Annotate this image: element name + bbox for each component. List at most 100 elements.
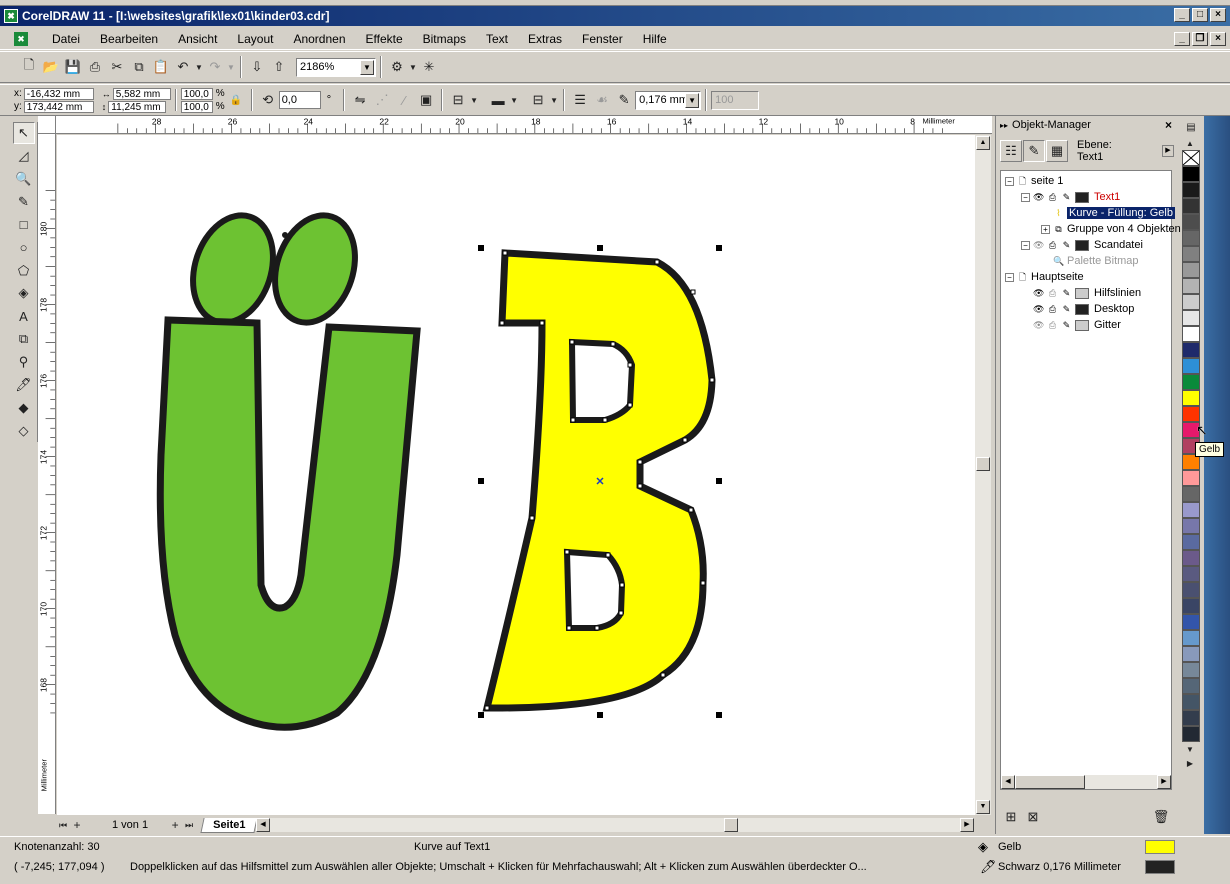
- color-swatch[interactable]: [1182, 678, 1200, 694]
- printer-icon[interactable]: ⎙: [1047, 288, 1058, 299]
- import-icon[interactable]: ⇩: [246, 56, 268, 78]
- color-swatch[interactable]: [1182, 358, 1200, 374]
- launcher-dropdown-icon[interactable]: ▼: [408, 56, 418, 78]
- printer-icon[interactable]: ⎙: [1047, 192, 1058, 203]
- color-swatch[interactable]: [1182, 710, 1200, 726]
- docker-menu-icon[interactable]: ▶: [1162, 145, 1174, 157]
- chevron-down-icon[interactable]: ▼: [360, 59, 374, 75]
- layer-manager-icon[interactable]: ▦: [1046, 140, 1068, 162]
- color-swatch[interactable]: [1182, 278, 1200, 294]
- edit-across-layers-icon[interactable]: ✎: [1023, 140, 1045, 162]
- pencil-icon[interactable]: ✎: [1061, 192, 1072, 203]
- color-swatch[interactable]: [1182, 662, 1200, 678]
- collapse-icon[interactable]: −: [1021, 192, 1030, 202]
- menu-datei[interactable]: Datei: [42, 32, 90, 46]
- maximize-button[interactable]: □: [1192, 8, 1208, 22]
- drawing-canvas[interactable]: [57, 135, 975, 815]
- pencil-icon[interactable]: ✎: [1061, 240, 1072, 251]
- palette-expand-icon[interactable]: ▶: [1180, 756, 1200, 770]
- layer-color-swatch[interactable]: [1075, 191, 1089, 203]
- color-swatch[interactable]: [1182, 566, 1200, 582]
- eye-icon[interactable]: 👁: [1033, 240, 1044, 251]
- color-swatch[interactable]: [1182, 726, 1200, 742]
- rotate-icon[interactable]: ⟲: [257, 89, 279, 111]
- show-properties-icon[interactable]: ☷: [1000, 140, 1022, 162]
- tree-scroll-thumb[interactable]: [1015, 775, 1085, 789]
- layer-color-swatch[interactable]: [1075, 287, 1089, 299]
- vertical-scroll-thumb[interactable]: [976, 457, 990, 471]
- zoom-tool-icon[interactable]: 🔍: [13, 168, 35, 190]
- docker-expand-icon[interactable]: ▸▸: [1000, 121, 1008, 130]
- close-button[interactable]: ×: [1210, 8, 1226, 22]
- eye-icon[interactable]: 👁: [1033, 192, 1044, 203]
- scroll-left-icon[interactable]: ◀: [1001, 775, 1015, 789]
- menu-hilfe[interactable]: Hilfe: [633, 32, 677, 46]
- tree-node-hauptseite[interactable]: − 🗋 Hauptseite: [1005, 269, 1084, 285]
- fill-color-swatch[interactable]: [1145, 840, 1175, 854]
- color-swatch[interactable]: [1182, 694, 1200, 710]
- page-tab[interactable]: Seite1: [200, 817, 259, 833]
- convert-icon[interactable]: ☙: [591, 89, 613, 111]
- paste-icon[interactable]: 📋: [150, 56, 172, 78]
- tree-node-seite1[interactable]: − 🗋 seite 1: [1005, 173, 1063, 189]
- height-field[interactable]: 11,245 mm: [108, 100, 167, 113]
- horizontal-scroll-thumb[interactable]: [724, 818, 738, 832]
- tree-node-kurve[interactable]: ⌇ Kurve - Füllung: Gelb: [1053, 205, 1175, 221]
- zoom-combo[interactable]: 2186% ▼: [296, 57, 376, 77]
- tree-node-text1[interactable]: − 👁 ⎙ ✎ Text1: [1021, 189, 1120, 205]
- redo-dropdown-icon[interactable]: ▼: [226, 56, 236, 78]
- doc-close-button[interactable]: ×: [1210, 32, 1226, 46]
- tree-node-scandatei[interactable]: − 👁 ⎙ ✎ Scandatei: [1021, 237, 1143, 253]
- y-field[interactable]: 173,442 mm: [23, 100, 94, 113]
- undo-icon[interactable]: ↶: [172, 56, 194, 78]
- add-page-before-icon[interactable]: +: [70, 814, 84, 836]
- menu-effekte[interactable]: Effekte: [356, 32, 413, 46]
- undo-dropdown-icon[interactable]: ▼: [194, 56, 204, 78]
- trash-icon[interactable]: 🗑: [1150, 806, 1172, 828]
- color-swatch[interactable]: [1182, 614, 1200, 630]
- copy-icon[interactable]: ⧉: [128, 56, 150, 78]
- pencil-icon[interactable]: ✎: [1061, 288, 1072, 299]
- menu-extras[interactable]: Extras: [518, 32, 572, 46]
- polygon-tool-icon[interactable]: ⬠: [13, 260, 35, 282]
- menu-anordnen[interactable]: Anordnen: [283, 32, 355, 46]
- color-swatch[interactable]: [1182, 534, 1200, 550]
- doc-restore-button[interactable]: ❐: [1192, 32, 1208, 46]
- minimize-button[interactable]: _: [1174, 8, 1190, 22]
- eyedropper-tool-icon[interactable]: ⚲: [13, 351, 35, 373]
- scale-x-field[interactable]: 100,0: [180, 87, 213, 100]
- color-swatch[interactable]: [1182, 182, 1200, 198]
- new-master-layer-icon[interactable]: ⊠: [1022, 806, 1044, 828]
- menu-text[interactable]: Text: [476, 32, 518, 46]
- eye-icon[interactable]: 👁: [1033, 304, 1044, 315]
- node-icon[interactable]: ⋰: [371, 89, 393, 111]
- print-icon[interactable]: ⎙: [84, 56, 106, 78]
- scroll-right-icon[interactable]: ▶: [1157, 775, 1171, 789]
- color-swatch[interactable]: [1182, 550, 1200, 566]
- color-swatch[interactable]: [1182, 262, 1200, 278]
- color-swatch[interactable]: [1182, 374, 1200, 390]
- new-icon[interactable]: 🗋: [18, 56, 40, 78]
- color-swatch[interactable]: [1182, 646, 1200, 662]
- palette-menu-icon[interactable]: ▤: [1181, 118, 1201, 136]
- pencil-icon[interactable]: ✎: [1061, 304, 1072, 315]
- color-swatch[interactable]: [1182, 518, 1200, 534]
- color-swatch[interactable]: [1182, 310, 1200, 326]
- color-swatch[interactable]: [1182, 294, 1200, 310]
- color-swatch[interactable]: [1182, 198, 1200, 214]
- scale-y-field[interactable]: 100,0: [180, 100, 213, 113]
- first-page-icon[interactable]: ⏮: [56, 814, 70, 836]
- color-swatch[interactable]: [1182, 630, 1200, 646]
- scroll-up-icon[interactable]: ▲: [976, 136, 990, 150]
- new-layer-icon[interactable]: ⊞: [1000, 806, 1022, 828]
- arrange-icon[interactable]: ▣: [415, 89, 437, 111]
- color-swatch[interactable]: [1182, 582, 1200, 598]
- collapse-icon[interactable]: −: [1021, 240, 1030, 250]
- ellipse-tool-icon[interactable]: ○: [13, 237, 35, 259]
- color-swatch[interactable]: [1182, 390, 1200, 406]
- tree-node-gitter[interactable]: 👁 ⎙ ✎ Gitter: [1033, 317, 1121, 333]
- expand-icon[interactable]: +: [1041, 224, 1050, 234]
- rotation-field[interactable]: 0,0: [278, 91, 321, 109]
- redo-icon[interactable]: ↷: [204, 56, 226, 78]
- add-page-after-icon[interactable]: +: [168, 814, 182, 836]
